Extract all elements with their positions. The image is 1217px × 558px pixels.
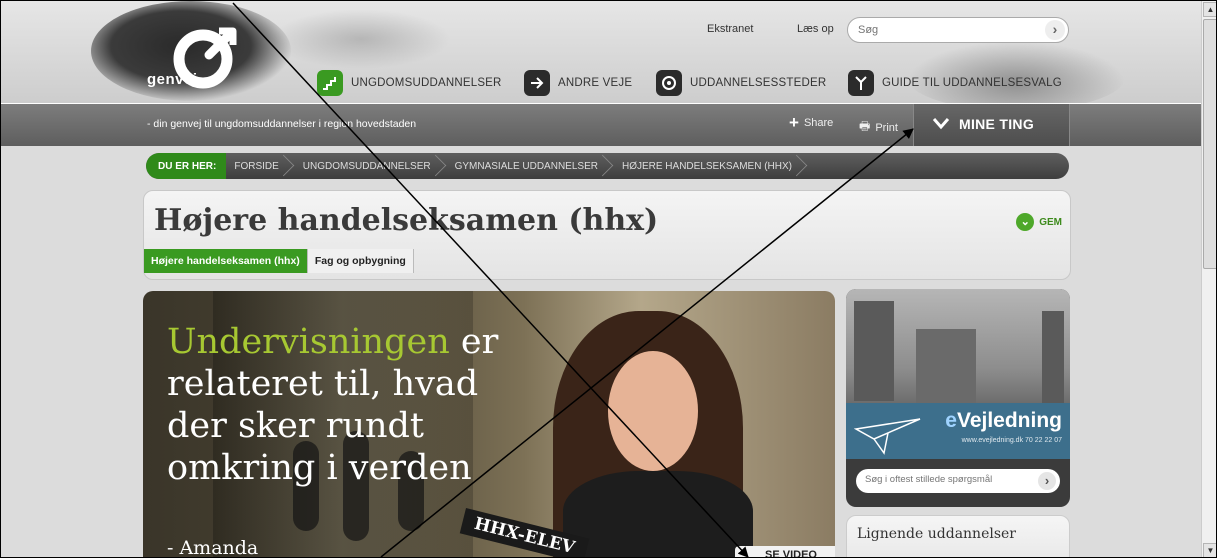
site-header: genvej Ekstranet Læs op › UNGDOMSUDDANNE…: [1, 1, 1201, 103]
nav-label: GUIDE TIL UDDANNELSESVALG: [882, 77, 1062, 89]
ekstranet-link[interactable]: Ekstranet: [707, 23, 753, 35]
vertical-scrollbar[interactable]: ▲ ▼: [1201, 1, 1216, 557]
similar-programs-title: Lignende uddannelser: [857, 526, 1016, 542]
building-shape: [916, 329, 976, 403]
evejledning-photo: [846, 289, 1070, 403]
gem-button[interactable]: ⌄ GEM: [1016, 213, 1062, 231]
page-tabs: Højere handelseksamen (hhx) Fag og opbyg…: [144, 249, 414, 273]
nav-uddannelsessteder[interactable]: UDDANNELSESSTEDER: [656, 68, 826, 98]
breadcrumb-item-forside[interactable]: FORSIDE: [226, 153, 294, 179]
target-icon: [656, 70, 682, 96]
tab-hhx[interactable]: Højere handelseksamen (hhx): [144, 249, 308, 273]
share-button[interactable]: + Share: [789, 113, 834, 132]
browser-viewport: genvej Ekstranet Læs op › UNGDOMSUDDANNE…: [0, 0, 1217, 558]
building-shape: [1042, 311, 1064, 403]
page-header-box: Højere handelseksamen (hhx) ⌄ GEM Højere…: [143, 190, 1071, 280]
similar-programs-box: Lignende uddannelser: [846, 515, 1070, 557]
logo-text[interactable]: genvej: [147, 71, 198, 88]
nav-ungdomsuddannelser[interactable]: UNGDOMSUDDANNELSER: [317, 68, 502, 98]
breadcrumb-item-hhx[interactable]: HØJERE HANDELSEKSAMEN (HHX): [614, 153, 808, 179]
scroll-thumb[interactable]: [1203, 19, 1216, 269]
quote-author: - Amanda: [167, 537, 259, 558]
building-shape: [854, 301, 894, 401]
chevron-down-icon: [932, 118, 950, 130]
mine-ting-button[interactable]: MINE TING: [913, 104, 1070, 146]
quote-highlight: Undervisningen: [167, 322, 450, 362]
tab-fag-og-opbygning[interactable]: Fag og opbygning: [307, 249, 414, 273]
evejledning-link[interactable]: eVejledning www.evejledning.dk 70 22 22 …: [846, 403, 1070, 459]
stairs-icon: [317, 70, 343, 96]
scroll-down-arrow-icon[interactable]: ▼: [1203, 543, 1216, 557]
share-label: Share: [803, 117, 834, 129]
evejledning-contact: www.evejledning.dk 70 22 22 07: [961, 437, 1062, 444]
site-search: ›: [847, 17, 1069, 43]
scroll-up-arrow-icon[interactable]: ▲: [1203, 2, 1216, 17]
printer-icon: 🖶: [859, 119, 871, 133]
chevron-down-icon: ⌄: [1016, 213, 1035, 231]
breadcrumb-item-gymnasiale[interactable]: GYMNASIALE UDDANNELSER: [447, 153, 614, 179]
paper-plane-icon: [854, 418, 921, 455]
hero-video-banner[interactable]: Undervisningen er relateret til, hvad de…: [143, 291, 835, 558]
nav-label: UNGDOMSUDDANNELSER: [351, 77, 502, 89]
faq-search-submit-icon[interactable]: ›: [1038, 472, 1056, 490]
faq-search-input[interactable]: [865, 474, 1025, 485]
se-video-button[interactable]: SE VIDEO: [735, 546, 835, 557]
plus-icon: +: [789, 113, 799, 132]
utility-bar: - din genvej til ungdomsuddannelser i re…: [1, 104, 1201, 146]
hero-quote: Undervisningen er relateret til, hvad de…: [167, 321, 537, 489]
student-face: [608, 351, 698, 471]
evejledning-widget: eVejledning www.evejledning.dk 70 22 22 …: [846, 289, 1070, 507]
fork-icon: [848, 70, 874, 96]
evejledning-title: eVejledning: [945, 409, 1062, 432]
print-label: Print: [875, 121, 898, 134]
nav-label: UDDANNELSESSTEDER: [690, 77, 827, 89]
gem-label: GEM: [1039, 216, 1062, 228]
breadcrumb-item-ungdomsuddannelser[interactable]: UNGDOMSUDDANNELSER: [295, 153, 447, 179]
breadcrumb-prefix: DU ER HER:: [146, 153, 227, 179]
search-submit-icon[interactable]: ›: [1045, 20, 1065, 40]
nav-label: ANDRE VEJE: [558, 77, 633, 89]
main-content: DU ER HER: FORSIDE UNGDOMSUDDANNELSER GY…: [1, 146, 1201, 558]
page-title: Højere handelseksamen (hhx): [154, 203, 659, 238]
faq-search: ›: [856, 469, 1060, 493]
nav-andre-veje[interactable]: ANDRE VEJE: [524, 68, 632, 98]
search-input[interactable]: [858, 22, 1028, 38]
breadcrumb: DU ER HER: FORSIDE UNGDOMSUDDANNELSER GY…: [146, 153, 1069, 179]
student-body: [563, 471, 753, 557]
mine-ting-label: MINE TING: [959, 116, 1035, 132]
print-button[interactable]: 🖶 Print: [859, 117, 898, 138]
tagline: - din genvej til ungdomsuddannelser i re…: [147, 118, 417, 130]
laes-op-link[interactable]: Læs op: [797, 23, 834, 35]
arrow-right-icon: [524, 70, 550, 96]
nav-guide-til-uddannelsesvalg[interactable]: GUIDE TIL UDDANNELSESVALG: [848, 68, 1062, 98]
ink-splat-decoration: [271, 9, 451, 69]
